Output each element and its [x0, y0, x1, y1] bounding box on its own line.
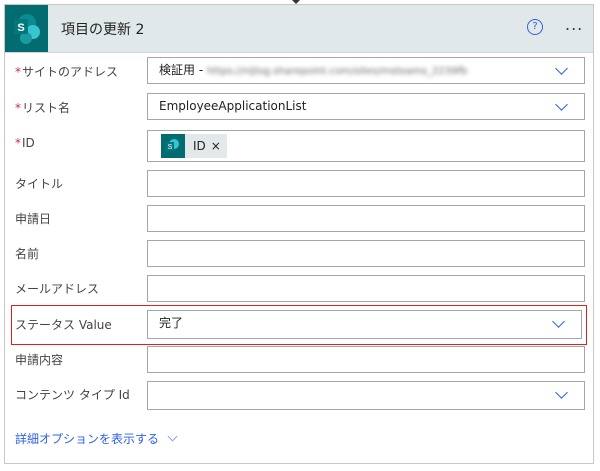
chevron-down-icon[interactable]: [555, 98, 568, 111]
request-content-label: 申請内容: [15, 353, 64, 367]
id-token[interactable]: S ID ×: [161, 134, 227, 158]
name-label: 名前: [15, 247, 40, 261]
chevron-down-icon: [167, 431, 178, 442]
chevron-down-icon[interactable]: [552, 315, 565, 328]
sharepoint-logo-icon: S: [5, 5, 48, 52]
advanced-options-label: 詳細オプションを表示する: [15, 432, 160, 446]
sharepoint-icon: S: [161, 134, 185, 158]
content-type-dropdown[interactable]: [147, 381, 585, 410]
request-content-input[interactable]: [147, 346, 585, 373]
chevron-down-icon[interactable]: [555, 386, 568, 399]
name-input[interactable]: [147, 240, 585, 267]
title-label: タイトル: [15, 177, 64, 191]
application-date-label: 申請日: [15, 212, 52, 226]
status-dropdown[interactable]: 完了: [147, 310, 582, 339]
site-address-url: https://nijlog.sharepoint.com/sites/mste…: [206, 66, 468, 77]
list-name-value: EmployeeApplicationList: [159, 99, 307, 113]
content-type-label: コンテンツ タイプ Id: [15, 388, 130, 402]
title-input[interactable]: [147, 170, 585, 197]
remove-token-icon[interactable]: ×: [211, 134, 221, 159]
status-value: 完了: [159, 316, 184, 330]
id-input[interactable]: S ID ×: [147, 130, 585, 162]
chevron-down-icon[interactable]: [555, 62, 568, 75]
card-header[interactable]: S 項目の更新 2 ? ...: [5, 5, 593, 53]
help-icon[interactable]: ?: [527, 19, 543, 35]
action-card: S 項目の更新 2 ? ... *サイトのアドレス 検証用 - https://…: [4, 4, 594, 464]
site-address-dropdown[interactable]: 検証用 - https://nijlog.sharepoint.com/site…: [147, 57, 585, 84]
email-label: メールアドレス: [15, 282, 100, 296]
email-input[interactable]: [147, 275, 585, 302]
svg-text:S: S: [168, 144, 173, 151]
application-date-input[interactable]: [147, 205, 585, 232]
status-label: ステータス Value: [15, 318, 112, 332]
id-label: *ID: [15, 136, 35, 150]
site-address-label: *サイトのアドレス: [15, 65, 119, 79]
svg-text:S: S: [17, 22, 24, 34]
site-address-value: 検証用 -: [159, 63, 207, 77]
list-name-label: *リスト名: [15, 101, 71, 115]
show-advanced-options-link[interactable]: 詳細オプションを表示する: [15, 430, 178, 447]
list-name-dropdown[interactable]: EmployeeApplicationList: [147, 93, 585, 120]
action-title: 項目の更新 2: [61, 22, 145, 38]
more-options-icon[interactable]: ...: [565, 15, 583, 34]
id-token-label: ID: [193, 138, 206, 153]
